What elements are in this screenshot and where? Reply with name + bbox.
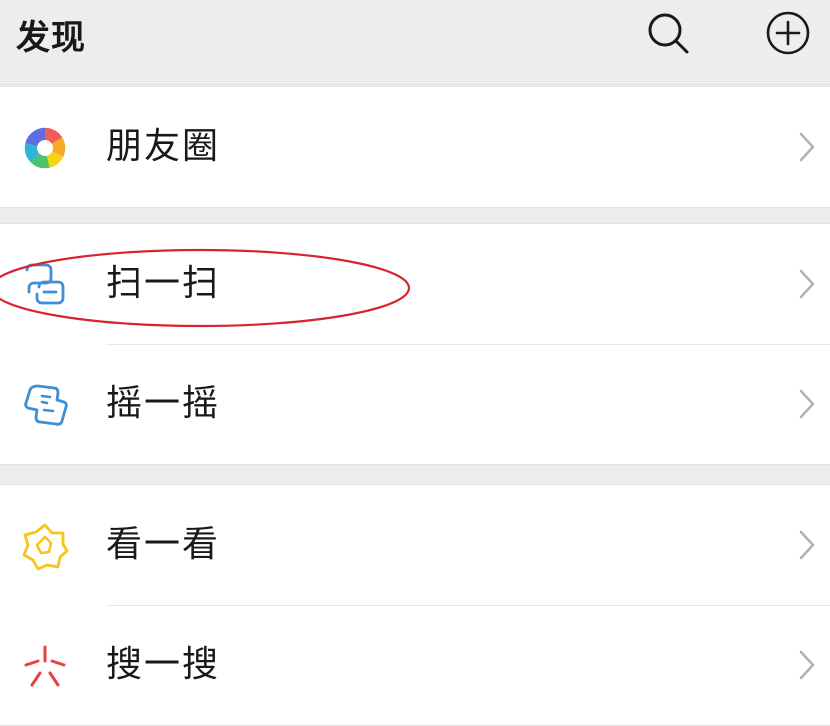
menu-item-shake[interactable]: 摇一摇 <box>0 344 830 464</box>
chevron-right-icon <box>799 132 815 162</box>
menu-item-scan[interactable]: 扫一扫 <box>0 224 830 344</box>
menu-item-label: 看一看 <box>106 524 221 565</box>
menu-item-label: 搜一搜 <box>106 644 221 685</box>
plus-circle-icon[interactable] <box>765 10 811 56</box>
chevron-right-icon <box>799 389 815 419</box>
top-stories-icon <box>22 523 69 571</box>
shake-icon <box>24 384 68 426</box>
top-bar: 发现 <box>0 0 830 85</box>
menu-group-2: 扫一扫 摇一摇 <box>0 223 830 465</box>
chevron-right-icon <box>799 530 815 560</box>
scan-icon <box>25 263 65 305</box>
menu-item-label: 摇一摇 <box>106 383 221 424</box>
page-title: 发现 <box>16 18 86 58</box>
menu-item-top-stories[interactable]: 看一看 <box>0 485 830 605</box>
moments-icon <box>23 126 67 170</box>
menu-item-moments[interactable]: 朋友圈 <box>0 87 830 207</box>
chevron-right-icon <box>799 269 815 299</box>
chevron-right-icon <box>799 650 815 680</box>
search-icon[interactable] <box>645 10 691 56</box>
menu-item-label: 朋友圈 <box>106 126 221 167</box>
menu-item-search[interactable]: 搜一搜 <box>0 605 830 725</box>
menu-group-1: 朋友圈 <box>0 86 830 208</box>
search-search-icon <box>24 645 66 687</box>
menu-group-3: 看一看 搜一搜 <box>0 484 830 726</box>
menu-item-label: 扫一扫 <box>106 263 221 304</box>
